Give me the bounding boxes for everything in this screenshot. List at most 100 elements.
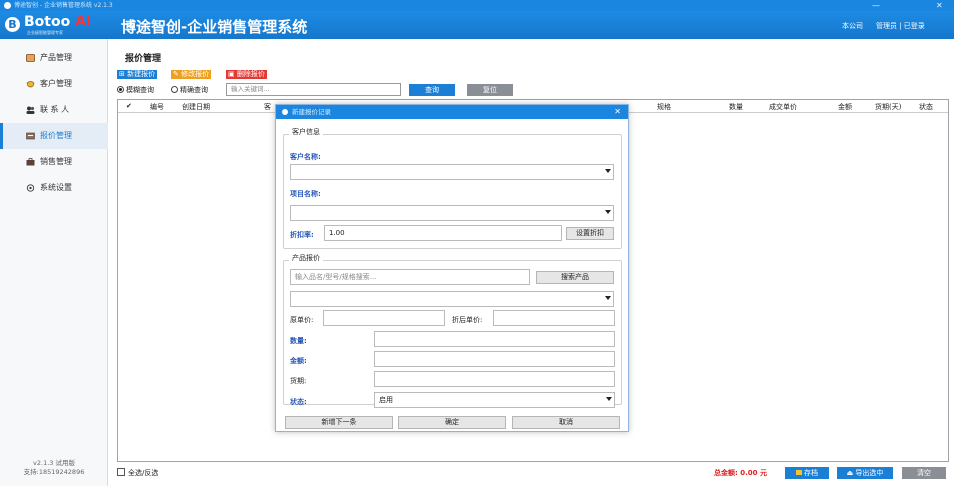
col-status[interactable]: 状态: [919, 102, 933, 112]
export-selected-button[interactable]: ⏏ 导出选中: [837, 467, 893, 479]
col-id[interactable]: 编号: [150, 102, 164, 112]
discount-input[interactable]: 1.00: [324, 225, 562, 241]
discount-price-label: 折后单价:: [452, 316, 483, 324]
chevron-down-icon: [606, 397, 612, 401]
total-amount: 总金额: 0.00 元: [714, 469, 767, 477]
radio-icon: [171, 86, 178, 93]
discount-label: 折扣率:: [290, 231, 314, 239]
sidebar-item-label: 销售管理: [40, 157, 72, 166]
folder-icon: [796, 470, 802, 475]
chevron-down-icon: [605, 169, 611, 173]
logo-subtitle: 企业级智能管理专家: [27, 30, 63, 35]
customer-info-caption: 客户信息: [289, 127, 323, 137]
sidebar-item-label: 客户管理: [40, 79, 72, 88]
reset-button[interactable]: 复位: [467, 84, 513, 96]
project-name-combobox[interactable]: [290, 205, 614, 221]
clear-button[interactable]: 清空: [902, 467, 946, 479]
col-delivery[interactable]: 货期(天): [875, 102, 901, 112]
sidebar-item-sales[interactable]: 销售管理: [0, 149, 108, 175]
product-quote-caption: 产品报价: [289, 253, 323, 263]
window-title: 博途智创 - 企业销售管理系统 v2.1.3: [14, 2, 113, 9]
col-customer[interactable]: 客: [264, 102, 271, 112]
sidebar-item-customers[interactable]: 客户管理: [0, 71, 108, 97]
add-icon: ⊞: [119, 70, 128, 78]
cancel-button[interactable]: 取消: [512, 416, 620, 429]
add-next-button[interactable]: 新增下一条: [285, 416, 393, 429]
col-spec[interactable]: 规格: [657, 102, 671, 112]
amount-label: 金额:: [290, 357, 307, 365]
bottom-bar: 全选/反选 总金额: 0.00 元 存档 ⏏ 导出选中 清空: [117, 467, 949, 481]
app-header: B Botoo AI 企业级智能管理专家 博途智创-企业销售管理系统 本公司 管…: [0, 11, 954, 39]
select-all-label[interactable]: 全选/反选: [128, 468, 158, 478]
delete-quote-button[interactable]: ▣ 删除报价: [226, 70, 267, 79]
contact-icon: [26, 106, 35, 114]
sidebar-item-quotes[interactable]: 报价管理: [0, 123, 108, 149]
delivery-label: 货期:: [290, 377, 307, 385]
sales-icon: [26, 158, 35, 166]
dialog-title: 新建报价记录: [292, 108, 331, 116]
col-unit-price[interactable]: 成交单价: [769, 102, 797, 112]
set-discount-button[interactable]: 设置折扣: [566, 227, 614, 240]
sidebar-item-label: 报价管理: [40, 131, 72, 140]
quantity-label: 数量:: [290, 337, 307, 345]
quote-icon: [26, 132, 35, 140]
status-value: 启用: [379, 396, 393, 404]
project-name-label: 项目名称:: [290, 190, 321, 198]
company-name: 本公司: [842, 22, 863, 30]
support-label: 支持:18519242896: [23, 468, 85, 476]
sidebar: 产品管理 客户管理 联 系 人 报价管理 销售管理 系统设置 v2.1.3 试用…: [0, 39, 108, 486]
sidebar-item-settings[interactable]: 系统设置: [0, 175, 108, 201]
minimize-button[interactable]: —: [872, 0, 880, 11]
edit-quote-button[interactable]: ✎ 修改报价: [171, 70, 212, 79]
app-title: 博途智创-企业销售管理系统: [121, 18, 308, 36]
delivery-input[interactable]: [374, 371, 615, 387]
original-price-input[interactable]: [323, 310, 445, 326]
chevron-down-icon: [605, 210, 611, 214]
customer-name-combobox[interactable]: [290, 164, 614, 180]
col-amount[interactable]: 金额: [838, 102, 852, 112]
original-price-label: 原单价:: [290, 316, 314, 324]
dialog-icon: [282, 109, 288, 115]
user-status[interactable]: 管理员 | 已登录: [876, 21, 925, 31]
keyword-input[interactable]: 输入关键词...: [226, 83, 401, 96]
product-icon: [26, 54, 35, 62]
save-button[interactable]: 存档: [785, 467, 829, 479]
chevron-down-icon: [605, 296, 611, 300]
col-date[interactable]: 创建日期: [182, 102, 210, 112]
edit-icon: ✎: [173, 70, 182, 78]
app-icon: [4, 2, 11, 9]
sidebar-item-label: 产品管理: [40, 53, 72, 62]
logo-text: Botoo AI: [24, 14, 92, 30]
sidebar-item-contacts[interactable]: 联 系 人: [0, 97, 108, 123]
sidebar-item-label: 联 系 人: [40, 105, 70, 114]
discount-price-input[interactable]: [493, 310, 615, 326]
customer-icon: [26, 81, 35, 88]
amount-input[interactable]: [374, 351, 615, 367]
customer-name-label: 客户名称:: [290, 153, 321, 161]
logo-icon: B: [5, 17, 20, 32]
new-quote-dialog: 新建报价记录 ✕ 客户信息 客户名称: 项目名称: 折扣率: 1.00 设置折扣…: [275, 104, 629, 432]
col-qty[interactable]: 数量: [729, 102, 743, 112]
close-icon[interactable]: ✕: [614, 105, 621, 119]
radio-selected-icon: [117, 86, 124, 93]
quantity-input[interactable]: [374, 331, 615, 347]
product-search-input[interactable]: 输入品名/型号/规格搜索...: [290, 269, 530, 285]
status-label: 状态:: [290, 398, 307, 406]
new-quote-button[interactable]: ⊞ 新建报价: [117, 70, 158, 79]
settings-icon: [26, 184, 35, 192]
confirm-button[interactable]: 确定: [398, 416, 506, 429]
dialog-titlebar: 新建报价记录 ✕: [276, 105, 628, 119]
query-button[interactable]: 查询: [409, 84, 455, 96]
exact-search-radio[interactable]: 精确查询: [171, 85, 208, 95]
page-title: 报价管理: [125, 54, 162, 64]
col-check[interactable]: ✔: [126, 102, 132, 110]
fuzzy-search-radio[interactable]: 模糊查询: [117, 85, 154, 95]
sidebar-item-products[interactable]: 产品管理: [0, 45, 108, 71]
select-all-checkbox[interactable]: [117, 468, 125, 476]
status-combobox[interactable]: 启用: [374, 392, 615, 408]
product-combobox[interactable]: [290, 291, 614, 307]
window-titlebar: 博途智创 - 企业销售管理系统 v2.1.3 — ✕: [0, 0, 954, 11]
sidebar-item-label: 系统设置: [40, 183, 72, 192]
search-product-button[interactable]: 搜索产品: [536, 271, 614, 284]
close-window-button[interactable]: ✕: [936, 0, 943, 11]
